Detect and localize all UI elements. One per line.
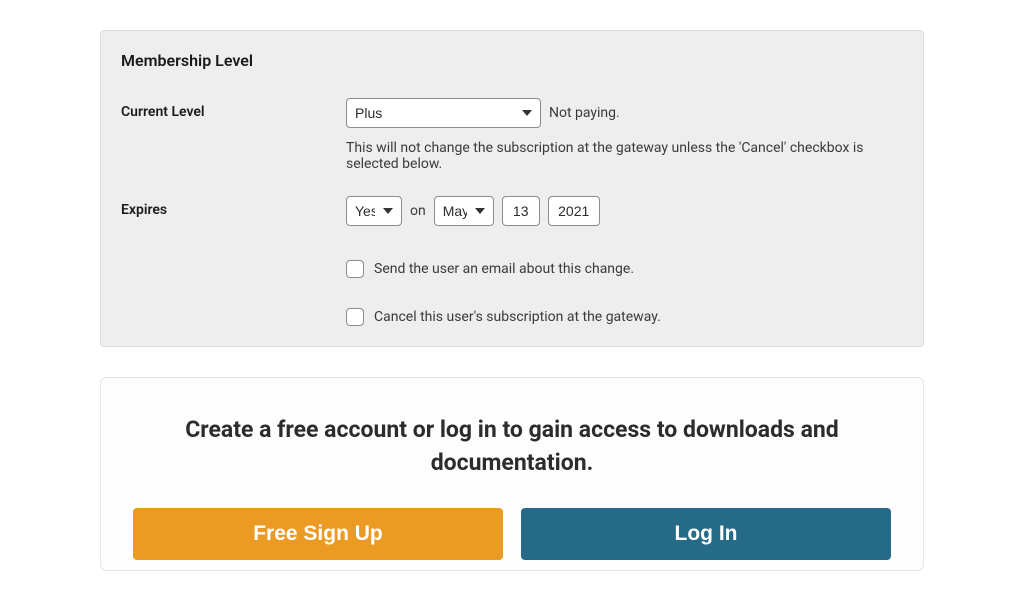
expires-enabled-select[interactable]: Yes — [346, 196, 402, 226]
login-button[interactable]: Log In — [521, 508, 891, 560]
expires-year-input[interactable] — [548, 196, 600, 226]
send-email-checkbox[interactable] — [346, 260, 364, 278]
current-level-select[interactable]: Plus — [346, 98, 541, 128]
expires-controls: Yes on May — [346, 196, 903, 238]
send-email-label: Send the user an email about this change… — [374, 261, 634, 277]
free-signup-button[interactable]: Free Sign Up — [133, 508, 503, 560]
expires-day-input[interactable] — [502, 196, 540, 226]
expires-label: Expires — [121, 196, 346, 218]
current-level-label: Current Level — [121, 98, 346, 120]
membership-panel: Membership Level Current Level Plus Not … — [100, 30, 924, 347]
cancel-subscription-label: Cancel this user's subscription at the g… — [374, 309, 661, 325]
signup-heading: Create a free account or log in to gain … — [133, 413, 891, 480]
current-level-status: Not paying. — [549, 105, 620, 121]
cancel-subscription-checkbox[interactable] — [346, 308, 364, 326]
current-level-helper: This will not change the subscription at… — [346, 140, 903, 172]
expires-month-select[interactable]: May — [434, 196, 494, 226]
expires-row: Expires Yes on May — [121, 196, 903, 238]
button-row: Free Sign Up Log In — [133, 508, 891, 560]
signup-panel: Create a free account or log in to gain … — [100, 377, 924, 571]
panel-title: Membership Level — [121, 51, 903, 70]
checkbox-section: Send the user an email about this change… — [346, 260, 903, 326]
cancel-subscription-row: Cancel this user's subscription at the g… — [346, 308, 903, 326]
current-level-row: Current Level Plus Not paying. This will… — [121, 98, 903, 172]
send-email-row: Send the user an email about this change… — [346, 260, 903, 278]
current-level-controls: Plus Not paying. This will not change th… — [346, 98, 903, 172]
expires-on-text: on — [410, 203, 426, 219]
